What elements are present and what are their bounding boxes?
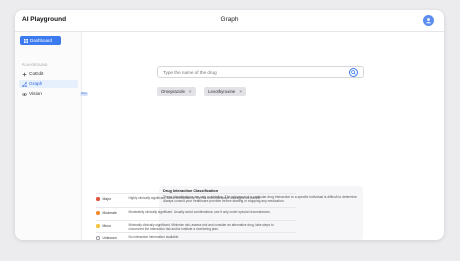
severity-row: Major Highly clinically significant. Avo… [96, 193, 296, 201]
severity-label: Minor [102, 223, 111, 228]
sidebar-item-coedit[interactable]: CoEdit [19, 70, 78, 78]
sidebar-item-graph[interactable]: Graph [19, 80, 78, 88]
severity-row: Moderate Moderately clinically significa… [96, 207, 296, 215]
grid-icon [24, 38, 28, 43]
unknown-dot-icon [96, 236, 100, 240]
dashboard-button[interactable]: Dashboard [20, 36, 61, 45]
severity-label: Moderate [102, 210, 117, 215]
search-button[interactable] [349, 67, 358, 77]
sidebar-item-label: Graph [29, 81, 43, 87]
sidebar: Dashboard PLAYGROUND CoEdit Graph Vision… [15, 32, 88, 240]
drug-chip[interactable]: Levothyroxine × [204, 87, 247, 96]
severity-row: Minor Minimally clinically significant. … [96, 220, 296, 231]
top-bar: AI Playground Graph [15, 10, 444, 32]
moderate-dot-icon [96, 211, 100, 215]
chip-label: Omeprazole [161, 89, 185, 94]
user-icon [426, 18, 431, 24]
dashboard-label: Dashboard [30, 38, 53, 43]
severity-label: Unknown [102, 235, 117, 240]
close-icon[interactable]: × [189, 89, 192, 94]
section-label: PLAYGROUND [22, 63, 48, 67]
sidebar-item-label: CoEdit [29, 71, 44, 77]
severity-row: Unknown No interaction information avail… [96, 232, 296, 240]
search-icon [351, 69, 356, 75]
sidebar-item-label: Vision [29, 91, 42, 97]
vision-icon [22, 92, 27, 96]
sidebar-item-vision[interactable]: Vision Beta [19, 90, 88, 98]
close-icon[interactable]: × [239, 89, 242, 94]
severity-text: Minimally clinically significant. Minimi… [128, 223, 274, 232]
graph-icon [22, 81, 27, 87]
avatar[interactable] [423, 15, 434, 26]
chip-label: Levothyroxine [208, 89, 236, 94]
drug-chip[interactable]: Omeprazole × [157, 87, 196, 96]
page-title: Graph [220, 16, 239, 23]
app-window: AI Playground Graph Dashboard PLAYGROUND… [15, 10, 444, 240]
severity-text: Moderately clinically significant. Usual… [128, 210, 271, 214]
severity-label: Major [102, 196, 111, 201]
severity-text: No interaction information available. [128, 235, 180, 239]
minor-dot-icon [96, 224, 100, 228]
sparkle-icon [22, 71, 27, 77]
drug-search-input[interactable] [157, 66, 364, 78]
major-dot-icon [96, 197, 100, 201]
severity-text: Highly clinically significant. Avoid com… [128, 196, 261, 200]
